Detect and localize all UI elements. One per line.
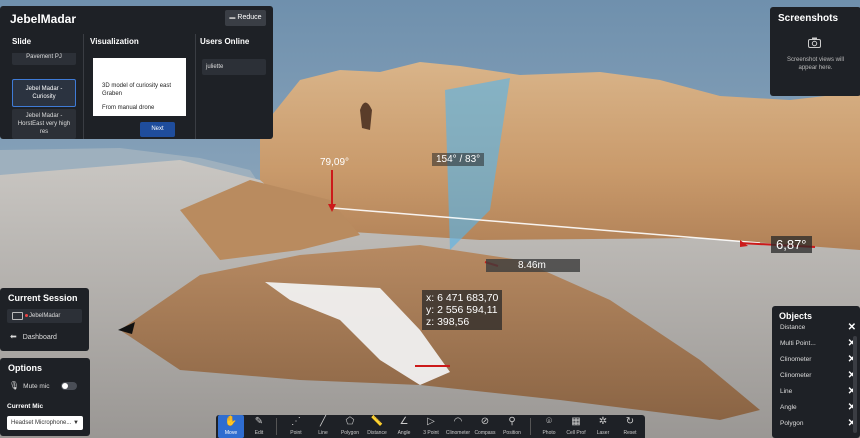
tool-label: Reset — [623, 430, 637, 436]
session-item[interactable]: JebelMadar — [7, 309, 82, 323]
window-icon — [12, 312, 23, 320]
session-name: JebelMadar — [29, 313, 61, 319]
microphone-icon: 🎙 — [9, 381, 20, 390]
mic-value: Headset Microphone... — [11, 420, 72, 426]
options-panel: Options 🎙 Mute mic Current Mic Headset Mi… — [0, 358, 90, 436]
cell-profile-icon: ▦ — [571, 416, 581, 427]
object-item[interactable]: Multi Point... ✕ — [780, 336, 856, 351]
close-icon[interactable]: ✕ — [848, 320, 856, 335]
angle-icon: ∠ — [399, 416, 409, 427]
hand-icon: ✋ — [224, 416, 238, 427]
divider — [195, 34, 196, 139]
mute-label: Mute mic — [23, 383, 50, 390]
tool-position[interactable]: ⚲ Position — [499, 415, 525, 438]
polygon-icon: ⬠ — [345, 416, 355, 427]
dashboard-label: Dashboard — [22, 334, 57, 341]
object-item[interactable]: Distance ✕ — [780, 320, 856, 335]
line-icon: ╱ — [319, 416, 327, 427]
user-item: juliette — [202, 59, 266, 75]
plane-orientation-label: 154° / 83° — [432, 153, 485, 166]
tool-label: Edit — [254, 430, 264, 436]
object-item[interactable]: Clinometer ✕ — [780, 352, 856, 367]
object-label: Multi Point... — [780, 340, 816, 347]
reduce-button[interactable]: ▬ Reduce — [225, 10, 266, 26]
camera-icon: ⌾ — [546, 416, 552, 427]
slide-list: Pavement PJ Jebel Madar - Curiosity Jebe… — [12, 53, 78, 141]
object-label: Polygon — [780, 420, 804, 427]
three-point-icon: ▷ — [427, 416, 435, 427]
coord-z: z: 398,56 — [426, 316, 470, 328]
screenshots-hint: Screenshot views will appear here. — [786, 57, 845, 71]
slide-item[interactable]: Jebel Madar - HorstEast very high res — [12, 109, 76, 139]
object-item[interactable]: Line ✕ — [780, 384, 856, 399]
toolbar-separator — [276, 418, 277, 435]
slide-item[interactable]: Pavement PJ — [12, 53, 76, 65]
minimize-icon: ▬ — [229, 15, 236, 21]
tool-move[interactable]: ✋ Move — [218, 415, 244, 438]
object-label: Angle — [780, 404, 797, 411]
slide-panel: JebelMadar ▬ Reduce Slide Visualization U… — [0, 6, 273, 139]
clinometer-label-2: 6,87° — [771, 236, 812, 253]
status-dot — [25, 314, 28, 317]
session-title: Current Session — [8, 293, 78, 303]
coord-y: y: 2 556 594,11 — [426, 304, 498, 316]
reduce-label: Reduce — [237, 14, 262, 21]
visualization-text: 3D model of curiosity east Graben — [102, 83, 172, 97]
options-title: Options — [8, 363, 42, 373]
reset-icon: ↻ — [625, 416, 635, 427]
coordinate-readout: x: 6 471 683,70 y: 2 556 594,11 z: 398,5… — [422, 290, 503, 330]
session-panel: Current Session JebelMadar ⬅ Dashboard — [0, 288, 89, 351]
screenshots-title: Screenshots — [778, 13, 839, 24]
distance-label: 8.46m — [486, 259, 580, 272]
mute-toggle[interactable] — [61, 382, 77, 390]
object-label: Line — [780, 388, 793, 395]
clinometer-icon: ◠ — [453, 416, 463, 427]
scrollbar[interactable] — [853, 336, 857, 433]
mute-row: 🎙 Mute mic — [9, 381, 50, 392]
arrow-left-icon: ⬅ — [10, 332, 17, 341]
clinometer-label-1: 79,09° — [320, 157, 350, 168]
object-label: Clinometer — [780, 356, 812, 363]
next-button[interactable]: Next — [140, 122, 175, 137]
tool-reset[interactable]: ↻ Reset — [617, 415, 643, 438]
object-label: Distance — [780, 324, 806, 331]
visualization-description: 3D model of curiosity east Graben From m… — [93, 58, 186, 116]
users-header: Users Online — [200, 37, 250, 46]
compass-icon: ⊘ — [480, 416, 490, 427]
pencil-icon: ✎ — [254, 416, 264, 427]
app-title: JebelMadar — [10, 12, 77, 26]
pin-icon: ⚲ — [508, 416, 516, 427]
toggle-knob — [62, 383, 68, 389]
camera-icon[interactable] — [808, 37, 821, 48]
dashboard-link[interactable]: ⬅ Dashboard — [10, 332, 57, 341]
screenshots-panel: Screenshots Screenshot views will appear… — [770, 7, 860, 96]
point-icon: ⋰ — [291, 416, 301, 427]
visualization-header: Visualization — [90, 37, 139, 46]
object-label: Clinometer — [780, 372, 812, 379]
object-item[interactable]: Angle ✕ — [780, 400, 856, 415]
ruler-icon: 📏 — [370, 416, 384, 427]
objects-panel: Objects Distance ✕ Multi Point... ✕ Clinom… — [772, 306, 860, 438]
tool-bar: ✋ Move ✎ Edit ⋰ Point ╱ Line ⬠ Polygon 📏 Dista… — [216, 415, 645, 438]
object-item[interactable]: Clinometer ✕ — [780, 368, 856, 383]
visualization-text: From manual drone — [102, 105, 155, 111]
tool-label: Position — [503, 430, 521, 436]
chevron-down-icon: ▼ — [73, 420, 79, 426]
mic-select[interactable]: Headset Microphone... ▼ — [7, 416, 83, 430]
slide-header: Slide — [12, 37, 32, 46]
tool-edit[interactable]: ✎ Edit — [246, 415, 272, 438]
object-item[interactable]: Polygon ✕ — [780, 416, 856, 431]
coord-x: x: 6 471 683,70 — [426, 292, 499, 304]
slide-item-active[interactable]: Jebel Madar - Curiosity — [12, 79, 76, 107]
laser-icon: ✲ — [598, 416, 608, 427]
current-mic-label: Current Mic — [7, 403, 44, 410]
divider — [83, 34, 84, 139]
toolbar-separator — [530, 418, 531, 435]
